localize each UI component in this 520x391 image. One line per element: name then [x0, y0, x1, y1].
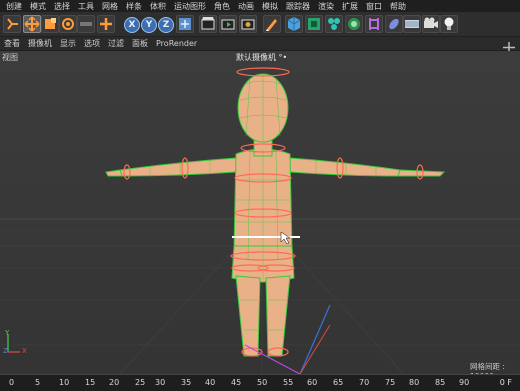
view-menu-item-5[interactable]: 面板 — [132, 38, 148, 49]
floor-icon[interactable] — [403, 15, 421, 33]
timeline-tick: 85 — [435, 378, 446, 387]
viewport-menu-bar: 查看 摄像机 显示 选项 过滤 面板 ProRender — [0, 37, 520, 51]
recent-tool-icon[interactable] — [77, 15, 95, 33]
environment-icon[interactable] — [365, 15, 383, 33]
menu-item-5[interactable]: 样条 — [126, 1, 142, 12]
timeline-tick: 10 — [59, 378, 70, 387]
viewport[interactable]: 视图 默认摄像机 °• Y X Z 网格间距 : 10000 cm — [0, 51, 520, 374]
axis-z-label: Z — [3, 347, 8, 355]
view-menu-item-3[interactable]: 选项 — [84, 38, 100, 49]
view-menu-item-4[interactable]: 过滤 — [108, 38, 124, 49]
grid-spacing-label: 网格间距 : 10000 cm — [470, 362, 508, 374]
menu-item-11[interactable]: 跟踪器 — [286, 1, 310, 12]
timeline[interactable]: 0 F 0 5 10 15 20 25 30 35 40 45 50 55 60 65 70 75 80 85 90 — [0, 374, 520, 391]
timeline-tick: 30 — [155, 378, 166, 387]
viewport-scene — [0, 51, 520, 374]
z-axis-lock-button[interactable]: Z — [158, 17, 174, 33]
timeline-tick: 5 — [35, 378, 41, 387]
menu-item-6[interactable]: 体积 — [150, 1, 166, 12]
menu-item-14[interactable]: 窗口 — [366, 1, 382, 12]
x-axis-lock-button[interactable]: X — [124, 17, 140, 33]
timeline-tick: 20 — [109, 378, 120, 387]
menu-item-2[interactable]: 选择 — [54, 1, 70, 12]
timeline-tick: 65 — [333, 378, 344, 387]
menu-item-8[interactable]: 角色 — [214, 1, 230, 12]
menu-item-4[interactable]: 网格 — [102, 1, 118, 12]
menu-item-10[interactable]: 模拟 — [262, 1, 278, 12]
cube-icon[interactable] — [285, 15, 303, 33]
timeline-tick: 90 — [459, 378, 470, 387]
undo-icon[interactable] — [3, 15, 21, 33]
menu-bar: 创建 模式 选择 工具 网格 样条 体积 运动图形 角色 动画 模拟 跟踪器 渲染 扩展 窗口 帮助 — [0, 0, 520, 12]
timeline-tick: 55 — [283, 378, 294, 387]
camera-icon[interactable] — [422, 15, 440, 33]
render-view-icon[interactable] — [199, 15, 217, 33]
view-menu-item-2[interactable]: 显示 — [60, 38, 76, 49]
timeline-tick: 75 — [385, 378, 396, 387]
menu-item-0[interactable]: 创建 — [6, 1, 22, 12]
render-settings-icon[interactable] — [239, 15, 257, 33]
menu-item-13[interactable]: 扩展 — [342, 1, 358, 12]
timeline-tick: 35 — [181, 378, 192, 387]
light-probe-icon[interactable] — [385, 15, 403, 33]
move-icon[interactable] — [23, 15, 41, 33]
y-axis-lock-button[interactable]: Y — [141, 17, 157, 33]
viewport-nav-icons[interactable] — [502, 38, 516, 53]
light-icon[interactable] — [440, 15, 458, 33]
coordinate-system-icon[interactable] — [176, 15, 194, 33]
menu-item-1[interactable]: 模式 — [30, 1, 46, 12]
axis-y-label: Y — [5, 329, 10, 337]
view-menu-item-1[interactable]: 摄像机 — [28, 38, 52, 49]
view-menu-item-0[interactable]: 查看 — [4, 38, 20, 49]
render-picture-queue-icon[interactable] — [219, 15, 237, 33]
timeline-tick: 0 — [9, 378, 15, 387]
rotate-icon[interactable] — [59, 15, 77, 33]
subdivision-icon[interactable] — [305, 15, 323, 33]
scale-icon[interactable] — [41, 15, 59, 33]
deformer-icon[interactable] — [345, 15, 363, 33]
current-frame: 0 F — [499, 378, 512, 387]
timeline-tick: 45 — [231, 378, 242, 387]
timeline-tick: 80 — [409, 378, 420, 387]
menu-item-12[interactable]: 渲染 — [318, 1, 334, 12]
menu-item-15[interactable]: 帮助 — [390, 1, 406, 12]
timeline-tick: 60 — [307, 378, 318, 387]
camera-label[interactable]: 默认摄像机 °• — [236, 52, 287, 63]
view-menu-item-6[interactable]: ProRender — [156, 39, 197, 48]
cloner-icon[interactable] — [325, 15, 343, 33]
viewport-label: 视图 — [2, 53, 18, 62]
menu-item-3[interactable]: 工具 — [78, 1, 94, 12]
pen-icon[interactable] — [263, 15, 281, 33]
timeline-tick: 70 — [359, 378, 370, 387]
timeline-tick: 40 — [205, 378, 216, 387]
menu-item-7[interactable]: 运动图形 — [174, 1, 206, 12]
timeline-tick: 25 — [135, 378, 146, 387]
locked-icon[interactable] — [97, 15, 115, 33]
timeline-tick: 15 — [85, 378, 96, 387]
menu-item-9[interactable]: 动画 — [238, 1, 254, 12]
axis-x-label: X — [22, 347, 27, 355]
timeline-tick: 50 — [257, 378, 268, 387]
